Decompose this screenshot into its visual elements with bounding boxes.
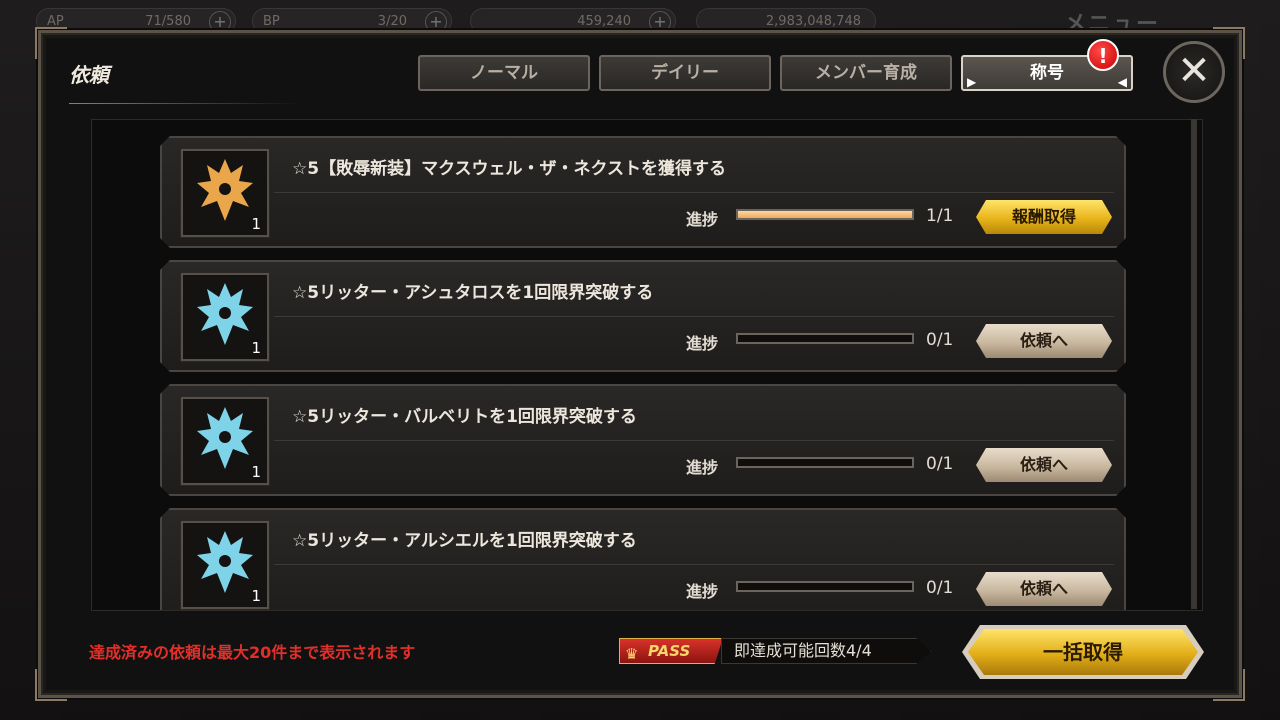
- quest-count: 1: [251, 339, 261, 357]
- quest-title: ☆5リッター・アルシエルを1回限界突破する: [292, 531, 637, 551]
- progress-bar: [736, 457, 914, 468]
- scrollbar[interactable]: [1191, 119, 1197, 609]
- quest-divider: [274, 440, 1114, 441]
- progress-label: 進捗: [686, 334, 719, 353]
- emblem-icon: [189, 527, 261, 599]
- ornament-corner: [35, 669, 67, 701]
- go-to-quest-button[interactable]: 依頼へ: [976, 324, 1112, 358]
- quest-divider: [274, 316, 1114, 317]
- go-to-quest-button[interactable]: 依頼へ: [976, 572, 1112, 606]
- close-icon: ✕: [1177, 48, 1211, 94]
- list-item: 1 ☆5【敗辱新装】マクスウェル・ザ・ネクストを獲得する 進捗 1/1 報酬取得: [160, 136, 1126, 248]
- tab-member-training[interactable]: メンバー育成: [780, 55, 952, 91]
- progress-ratio: 0/1: [926, 454, 954, 474]
- tab-arrow-right-icon: ◀: [1117, 75, 1127, 89]
- instant-complete-counter: 即達成可能回数4/4: [721, 638, 931, 664]
- quest-emblem: 1: [181, 149, 269, 237]
- panel-title: 依頼: [69, 63, 109, 87]
- emblem-icon: [189, 279, 261, 351]
- quest-divider: [274, 564, 1114, 565]
- progress-label: 進捗: [686, 458, 719, 477]
- progress-bar: [736, 333, 914, 344]
- close-button[interactable]: ✕: [1163, 41, 1225, 103]
- quest-count: 1: [251, 587, 261, 605]
- list-item: 1 ☆5リッター・バルベリトを1回限界突破する 進捗 0/1 依頼へ: [160, 384, 1126, 496]
- progress-label: 進捗: [686, 582, 719, 601]
- quest-emblem: 1: [181, 521, 269, 609]
- progress-bar: [736, 209, 914, 220]
- quest-panel: 依頼 ノーマル デイリー メンバー育成 ▶ 称号 ◀ ! ✕ 1 ☆5【敗辱新装…: [35, 27, 1245, 701]
- tab-normal[interactable]: ノーマル: [418, 55, 590, 91]
- progress-ratio: 0/1: [926, 578, 954, 598]
- alert-badge-icon: !: [1087, 39, 1119, 71]
- emblem-icon: [189, 403, 261, 475]
- tab-arrow-left-icon: ▶: [967, 75, 977, 89]
- quest-emblem: 1: [181, 397, 269, 485]
- list-item: 1 ☆5リッター・アルシエルを1回限界突破する 進捗 0/1 依頼へ: [160, 508, 1126, 611]
- quest-emblem: 1: [181, 273, 269, 361]
- progress-bar: [736, 581, 914, 592]
- quest-title: ☆5リッター・アシュタロスを1回限界突破する: [292, 283, 654, 303]
- tab-label: ノーマル: [470, 63, 538, 83]
- claim-reward-button[interactable]: 報酬取得: [976, 200, 1112, 234]
- ornament-corner: [35, 27, 67, 59]
- tab-label: 称号: [1030, 63, 1064, 83]
- quest-list[interactable]: 1 ☆5【敗辱新装】マクスウェル・ザ・ネクストを獲得する 進捗 1/1 報酬取得…: [91, 119, 1203, 611]
- pass-badge: ♛ PASS: [619, 638, 723, 664]
- tab-label: メンバー育成: [815, 63, 917, 83]
- tab-label: デイリー: [651, 63, 719, 83]
- go-to-quest-button[interactable]: 依頼へ: [976, 448, 1112, 482]
- title-divider: [69, 103, 299, 104]
- quest-divider: [274, 192, 1114, 193]
- crown-icon: ♛: [625, 645, 639, 663]
- progress-label: 進捗: [686, 210, 719, 229]
- list-item: 1 ☆5リッター・アシュタロスを1回限界突破する 進捗 0/1 依頼へ: [160, 260, 1126, 372]
- progress-ratio: 1/1: [926, 206, 954, 226]
- scrollbar-thumb[interactable]: [1191, 119, 1197, 609]
- quest-count: 1: [251, 463, 261, 481]
- top-status-bar: AP 71/580 + BP 3/20 + 459,240 + 2,983,04…: [0, 0, 1280, 37]
- footer-note: 達成済みの依頼は最大20件まで表示されます: [89, 643, 416, 662]
- tab-daily[interactable]: デイリー: [599, 55, 771, 91]
- quest-count: 1: [251, 215, 261, 233]
- bp-label: BP: [263, 14, 280, 29]
- emblem-icon: [189, 155, 261, 227]
- quest-title: ☆5リッター・バルベリトを1回限界突破する: [292, 407, 637, 427]
- ornament-corner: [1213, 669, 1245, 701]
- progress-fill: [738, 211, 912, 218]
- progress-ratio: 0/1: [926, 330, 954, 350]
- pass-label: PASS: [648, 642, 691, 660]
- quest-title: ☆5【敗辱新装】マクスウェル・ザ・ネクストを獲得する: [292, 159, 727, 179]
- collect-all-button[interactable]: 一括取得: [968, 629, 1198, 675]
